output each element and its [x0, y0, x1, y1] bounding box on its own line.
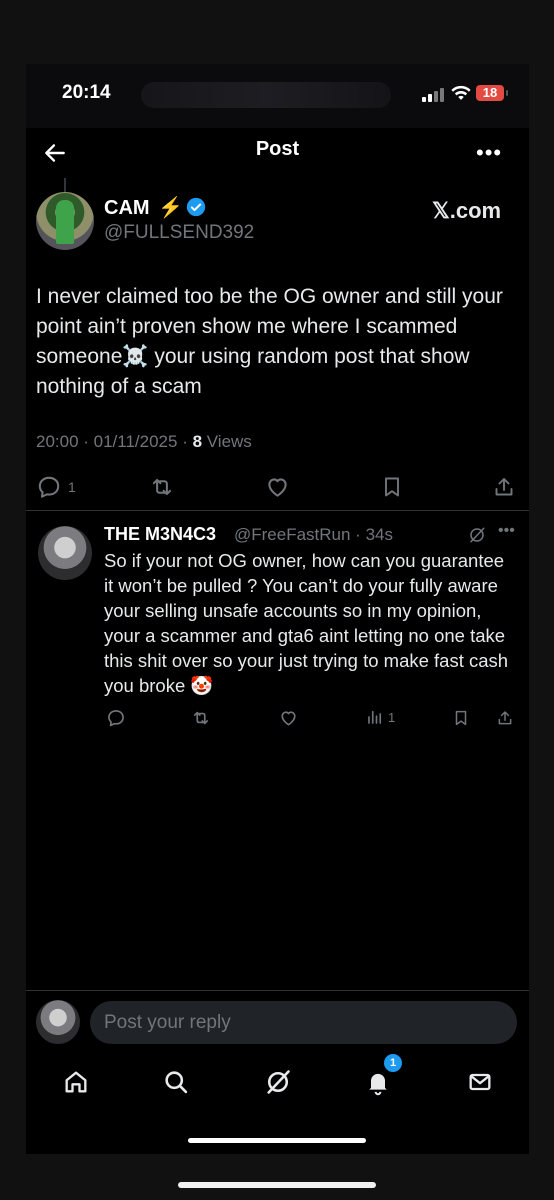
bookmark-icon — [455, 710, 467, 726]
repost-icon — [193, 711, 209, 725]
nav-home[interactable] — [62, 1068, 90, 1101]
nav-grok[interactable] — [264, 1068, 292, 1101]
reply-views-button[interactable]: 1 — [366, 708, 395, 726]
search-icon — [165, 1071, 188, 1094]
source-label[interactable]: 𝕏.com — [432, 198, 501, 224]
status-bar: 20:14 18 — [26, 64, 529, 128]
page-title: Post — [255, 138, 300, 160]
reply-views-count: 1 — [388, 709, 396, 725]
reply-button[interactable]: 1 — [36, 474, 76, 500]
verified-badge-icon — [186, 197, 206, 217]
reply-share-button[interactable] — [496, 708, 514, 728]
more-options-icon[interactable]: ••• — [476, 140, 502, 166]
reply-icon — [108, 710, 124, 727]
reply-reply-button[interactable] — [106, 708, 126, 728]
grok-icon — [267, 1070, 290, 1094]
phone-screen: 20:14 18 Post ••• CAM ⚡ @FULLSEND392 𝕏.c… — [26, 64, 529, 1154]
reply-input[interactable] — [90, 1001, 517, 1044]
author-name[interactable]: CAM — [104, 197, 150, 220]
notification-badge: 1 — [384, 1054, 402, 1072]
status-time: 20:14 — [62, 82, 111, 103]
views-count[interactable]: 8 — [193, 432, 202, 451]
post-actions: 1 — [26, 474, 529, 504]
wifi-icon — [451, 85, 471, 100]
like-button[interactable] — [264, 474, 291, 500]
reply-like-button[interactable] — [278, 708, 299, 728]
reply-author-name[interactable]: THE M3N4C3 — [104, 524, 216, 545]
views-chart-icon — [368, 710, 382, 724]
author-emoji: ⚡ — [158, 197, 183, 219]
reply-icon — [38, 476, 60, 498]
reply-bookmark-button[interactable] — [452, 708, 470, 728]
current-user-avatar[interactable] — [36, 1000, 80, 1044]
reply-text: So if your not OG owner, how can you gua… — [104, 550, 509, 696]
post-timestamp: 20:00 · 01/11/2025 · — [36, 432, 193, 451]
reply-count: 1 — [68, 479, 76, 495]
home-indicator — [188, 1138, 366, 1143]
home-icon — [65, 1071, 87, 1093]
battery-icon: 18 — [476, 85, 508, 101]
bottom-nav: 1 — [26, 1054, 529, 1114]
reply-handle-time[interactable]: @FreeFastRun · 34s — [234, 525, 393, 545]
mail-icon — [469, 1073, 491, 1091]
share-button[interactable] — [492, 474, 516, 500]
heart-icon — [281, 711, 296, 726]
repost-button[interactable] — [148, 474, 176, 500]
heart-icon — [268, 478, 287, 497]
nav-notifications[interactable] — [364, 1068, 392, 1101]
reply-actions: 1 — [26, 708, 529, 732]
bookmark-button[interactable] — [380, 474, 404, 500]
share-icon — [495, 478, 513, 496]
outer-home-bar — [178, 1182, 376, 1188]
author-handle[interactable]: @FULLSEND392 — [104, 222, 254, 244]
signal-icon — [422, 86, 444, 102]
divider — [26, 510, 529, 511]
status-blur — [141, 82, 391, 108]
reply-more-icon[interactable]: ••• — [498, 522, 515, 540]
thread-line — [64, 178, 66, 192]
post-text: I never claimed too be the OG owner and … — [36, 285, 503, 398]
reply-composer — [26, 990, 529, 1050]
share-icon — [498, 711, 512, 725]
grok-icon[interactable] — [468, 526, 486, 544]
reply-repost-button[interactable] — [190, 708, 212, 728]
post-header: Post ••• — [26, 128, 529, 178]
author-avatar[interactable] — [36, 192, 94, 250]
bell-icon — [369, 1073, 387, 1096]
repost-icon — [152, 478, 172, 496]
reply-author-avatar[interactable] — [38, 526, 92, 580]
nav-messages[interactable] — [466, 1068, 494, 1101]
bookmark-icon — [385, 477, 399, 497]
views-label: Views — [202, 432, 252, 451]
post-meta: 20:00 · 01/11/2025 · 8 Views — [36, 432, 252, 452]
nav-search[interactable] — [162, 1068, 190, 1101]
